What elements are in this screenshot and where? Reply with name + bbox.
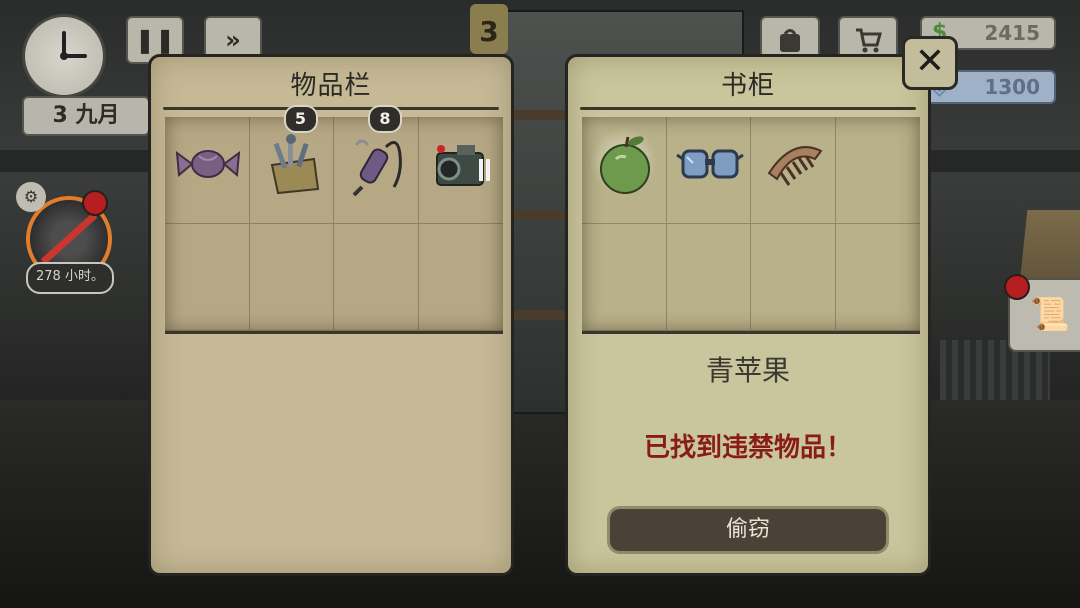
container-panel: 书柜 青苹果 已找到违禁物品！ 偷窃 [565, 54, 931, 576]
inventory-slot[interactable]: 5 [249, 105, 334, 224]
soldering-iron-icon [352, 139, 402, 197]
inventory-slot[interactable] [418, 117, 503, 224]
container-slot[interactable] [835, 224, 920, 331]
container-slot[interactable] [835, 117, 920, 224]
inventory-slot[interactable]: 8 [334, 105, 419, 224]
container-slot[interactable] [751, 117, 836, 224]
day-number: 3 [479, 15, 499, 48]
pause-icon: ❚❚ [134, 26, 176, 54]
toolbox-icon [270, 134, 319, 195]
inventory-slot[interactable] [165, 117, 250, 224]
inventory-title: 物品栏 [290, 71, 372, 101]
container-slot[interactable] [751, 224, 836, 331]
container-slot[interactable] [666, 117, 751, 224]
clock-center [60, 52, 68, 60]
date-day: 3 [52, 103, 68, 128]
container-slot[interactable] [582, 224, 667, 331]
money-value: 2415 [984, 21, 1040, 45]
inventory-slot[interactable] [165, 224, 250, 331]
tenant-badge-icon: ⚙ [16, 182, 46, 212]
hours-remaining: 278 小时。 [26, 262, 114, 294]
inventory-slot[interactable] [418, 224, 503, 331]
camera-icon [435, 145, 490, 186]
notes-alert-dot [1004, 274, 1030, 300]
title-divider [580, 107, 916, 110]
container-grid [582, 117, 920, 334]
date-month: 九月 [75, 103, 120, 128]
close-button[interactable]: ✕ [902, 36, 958, 90]
close-icon: ✕ [914, 41, 946, 82]
scroll-icon: 📜 [1030, 295, 1070, 333]
bag-icon [780, 29, 800, 52]
steal-button[interactable]: 偷窃 [610, 509, 886, 551]
container-title: 书柜 [720, 71, 775, 101]
inventory-grid: 5 8 [165, 105, 503, 334]
alert-dot [82, 190, 108, 216]
inventory-slot[interactable] [249, 224, 334, 331]
clock-icon [22, 14, 106, 98]
fast-forward-icon: » [225, 26, 241, 54]
container-slot[interactable] [666, 224, 751, 331]
container-slot-selected[interactable] [582, 117, 667, 224]
goggles-icon [675, 149, 744, 179]
comb-icon [767, 146, 823, 186]
green-apple-icon [600, 136, 650, 194]
inventory-slot[interactable] [334, 224, 419, 331]
day-counter-badge: 3 [470, 4, 508, 54]
candy-icon [175, 150, 241, 178]
date-display: 3 九月 [22, 96, 150, 136]
selected-item-name: 青苹果 [705, 354, 790, 387]
disabled-slash [40, 212, 98, 265]
hours-remaining-label: 278 小时。 [36, 269, 104, 284]
reputation-value: 1300 [984, 75, 1040, 99]
inventory-panel: 物品栏 5 8 [148, 54, 514, 576]
cart-icon [856, 28, 882, 53]
contraband-warning: 已找到违禁物品！ [643, 433, 852, 463]
title-divider [163, 107, 499, 110]
